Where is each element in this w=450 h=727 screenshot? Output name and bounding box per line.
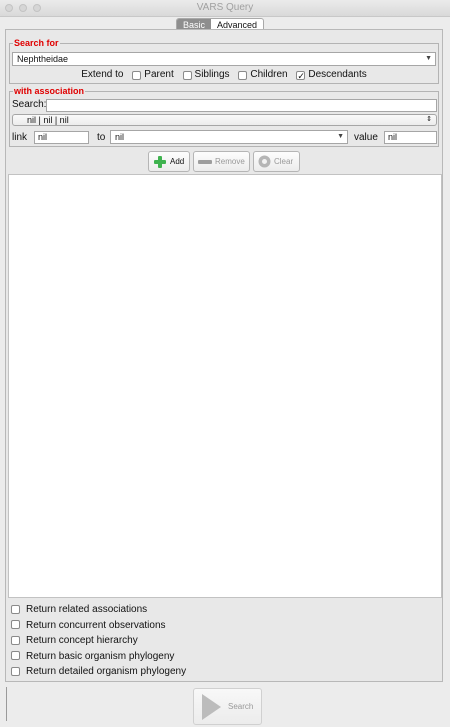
search-for-group: Search for Nephtheidae ▼ Extend to Paren… <box>9 38 439 84</box>
query-constraint-list[interactable] <box>8 174 442 598</box>
clear-label: Clear <box>274 157 294 166</box>
option-checkbox[interactable] <box>11 635 20 645</box>
option-basic-phylogeny[interactable]: Return basic organism phylogeny <box>11 649 186 665</box>
to-combobox[interactable]: nil ▼ <box>110 130 348 144</box>
concept-value: Nephtheidae <box>17 54 69 64</box>
remove-label: Remove <box>215 157 245 166</box>
search-label: Search <box>228 702 254 711</box>
option-checkbox[interactable] <box>11 666 20 676</box>
chevron-down-icon[interactable]: ▼ <box>425 53 432 65</box>
plus-icon <box>154 155 166 168</box>
to-label: to <box>97 132 106 143</box>
children-checkbox[interactable] <box>238 70 248 80</box>
link-label: link <box>12 132 28 143</box>
siblings-label: Siblings <box>194 69 230 80</box>
add-label: Add <box>170 157 185 166</box>
association-select[interactable]: nil | nil | nil ⇕ <box>12 114 437 126</box>
chevron-down-icon[interactable]: ▼ <box>337 131 344 143</box>
updown-arrows-icon: ⇕ <box>426 116 432 123</box>
extend-to-label: Extend to <box>81 69 124 80</box>
option-label: Return concurrent observations <box>26 619 166 631</box>
clear-gear-icon <box>258 155 271 168</box>
title-bar: VARS Query <box>0 0 450 17</box>
option-label: Return basic organism phylogeny <box>26 650 175 662</box>
association-selected-value: nil | nil | nil <box>27 115 69 125</box>
window-title: VARS Query <box>196 2 254 13</box>
association-group: with association Search: nil | nil | nil… <box>9 86 439 147</box>
option-detailed-phylogeny[interactable]: Return detailed organism phylogeny <box>11 664 186 680</box>
link-field[interactable]: nil <box>34 131 89 144</box>
option-checkbox[interactable] <box>11 604 20 614</box>
add-button[interactable]: Add <box>148 151 190 172</box>
search-button[interactable]: Search <box>193 688 262 725</box>
remove-button[interactable]: Remove <box>193 151 250 172</box>
association-search-input[interactable] <box>46 99 437 112</box>
option-label: Return concept hierarchy <box>26 635 138 646</box>
divider <box>6 687 7 721</box>
option-concurrent-observations[interactable]: Return concurrent observations <box>11 618 186 634</box>
association-search-label: Search: <box>12 99 47 110</box>
option-related-associations[interactable]: Return related associations <box>11 602 186 618</box>
association-legend: with association <box>13 86 86 97</box>
parent-checkbox[interactable] <box>132 70 142 80</box>
bottom-bar: Search <box>0 683 450 727</box>
option-checkbox[interactable] <box>11 651 20 661</box>
option-label: Return detailed organism phylogeny <box>26 666 187 677</box>
to-value: nil <box>115 132 125 142</box>
option-label: Return related associations <box>26 604 148 615</box>
concept-combobox[interactable]: Nephtheidae ▼ <box>12 52 436 66</box>
play-icon <box>202 693 221 720</box>
value-field[interactable]: nil <box>384 131 437 144</box>
children-label: Children <box>250 69 288 80</box>
option-checkbox[interactable] <box>11 620 20 630</box>
option-concept-hierarchy[interactable]: Return concept hierarchy <box>11 633 186 649</box>
descendants-label: Descendants <box>308 69 367 80</box>
siblings-checkbox[interactable] <box>182 70 192 80</box>
value-label: value <box>354 132 378 143</box>
extend-to-row: Extend to Parent Siblings Children ✓ Desc… <box>10 69 438 82</box>
return-options: Return related associations Return concu… <box>11 602 186 680</box>
search-for-legend: Search for <box>13 38 60 49</box>
descendants-checkbox[interactable]: ✓ <box>296 70 306 80</box>
clear-button[interactable]: Clear <box>253 151 300 172</box>
parent-label: Parent <box>144 69 174 80</box>
minus-icon <box>198 159 212 164</box>
